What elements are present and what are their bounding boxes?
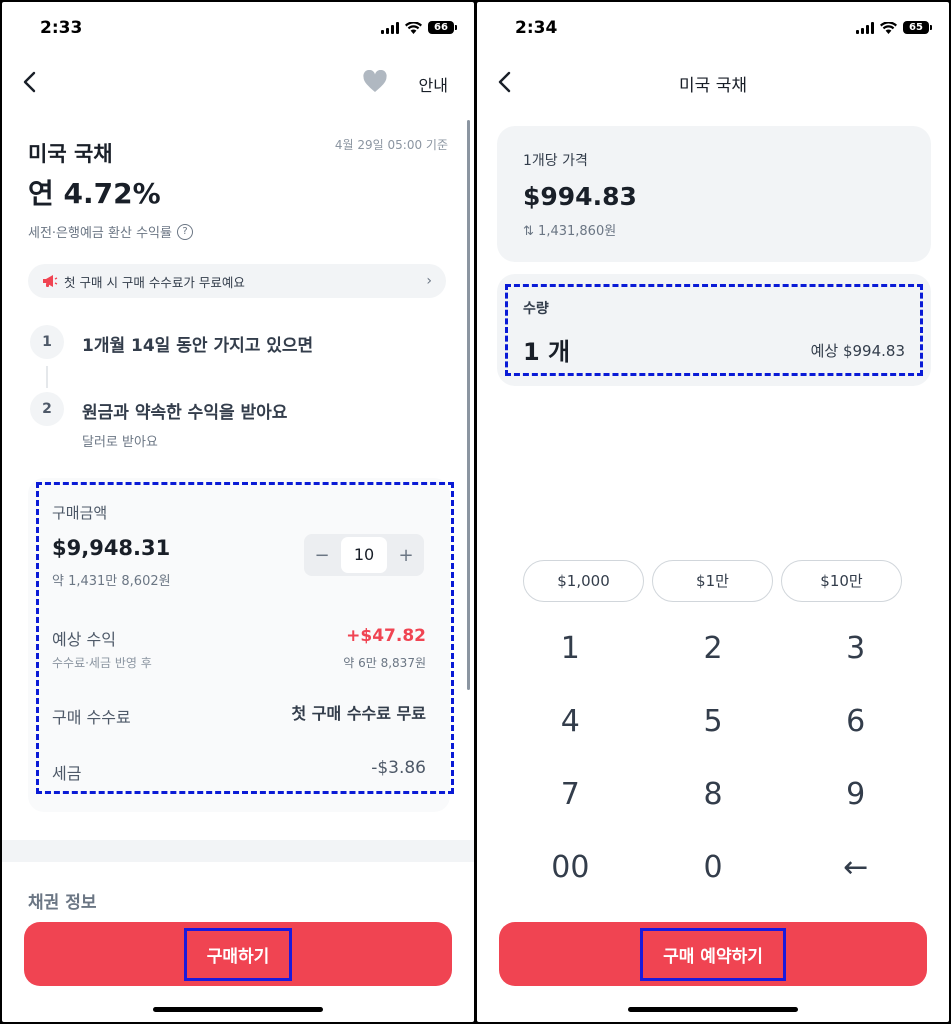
expected-return-note: 수수료·세금 반영 후 bbox=[52, 656, 152, 670]
back-arrow-icon[interactable] bbox=[20, 70, 42, 94]
fee-label: 구매 수수료 bbox=[52, 708, 131, 727]
signal-icon bbox=[856, 21, 874, 34]
signal-icon bbox=[381, 21, 399, 34]
decrease-button[interactable]: − bbox=[312, 545, 332, 566]
purchase-amount-krw: 약 1,431만 8,602원 bbox=[52, 574, 171, 589]
key-1[interactable]: 1 bbox=[499, 612, 642, 685]
quantity-stepper: − 10 + bbox=[304, 534, 424, 576]
buy-button-label: 구매하기 bbox=[183, 927, 293, 981]
battery-icon: 65 bbox=[903, 21, 932, 34]
step-connector bbox=[46, 366, 48, 388]
key-5[interactable]: 5 bbox=[642, 685, 785, 758]
bond-info-title: 채권 정보 bbox=[28, 893, 97, 913]
reserve-screen: 2:34 65 미국 국채 1개당 가격 $994.83 ⇅ 1,431,860… bbox=[477, 2, 949, 1022]
step-1: 1 1개월 14일 동안 가지고 있으면 bbox=[30, 325, 313, 359]
unit-price-krw: ⇅ 1,431,860원 bbox=[523, 224, 617, 239]
status-bar: 2:33 66 bbox=[2, 2, 474, 54]
fee-value: 첫 구매 수수료 무료 bbox=[291, 704, 426, 723]
chip-100k[interactable]: $10만 bbox=[781, 560, 902, 602]
heart-icon[interactable] bbox=[362, 70, 388, 94]
status-time: 2:34 bbox=[515, 18, 558, 38]
page-title: 미국 국채 bbox=[679, 76, 747, 96]
as-of-timestamp: 4월 29일 05:00 기준 bbox=[334, 138, 448, 152]
question-icon[interactable]: ? bbox=[176, 223, 193, 240]
yield-rate: 연 4.72% bbox=[28, 177, 161, 210]
section-divider bbox=[2, 840, 474, 862]
bond-name: 미국 국채 bbox=[28, 142, 113, 166]
rate-note: 세전·은행예금 환산 수익률 ? bbox=[28, 222, 193, 241]
purchase-screen: 2:33 66 안내 미국 국채 4월 29일 05:00 기준 연 4.72%… bbox=[2, 2, 474, 1022]
key-0[interactable]: 0 bbox=[642, 831, 785, 904]
key-8[interactable]: 8 bbox=[642, 758, 785, 831]
purchase-amount: $9,948.31 bbox=[52, 536, 171, 560]
estimated-total: 예상 $994.83 bbox=[810, 342, 905, 360]
home-indicator[interactable] bbox=[153, 1007, 323, 1012]
home-indicator[interactable] bbox=[628, 1007, 798, 1012]
promo-banner[interactable]: 첫 구매 시 구매 수수료가 무료예요 › bbox=[28, 264, 446, 298]
unit-price: $994.83 bbox=[523, 182, 637, 211]
key-00[interactable]: 00 bbox=[499, 831, 642, 904]
buy-button[interactable]: 구매하기 bbox=[24, 922, 452, 986]
chip-10k[interactable]: $1만 bbox=[652, 560, 773, 602]
megaphone-icon bbox=[43, 275, 58, 287]
key-6[interactable]: 6 bbox=[784, 685, 927, 758]
number-keypad: 1 2 3 4 5 6 7 8 9 00 0 ← bbox=[499, 612, 927, 904]
purchase-amount-label: 구매금액 bbox=[52, 504, 108, 522]
amount-shortcut-chips: $1,000 $1만 $10만 bbox=[523, 560, 902, 602]
status-time: 2:33 bbox=[40, 18, 83, 38]
quantity-label: 수량 bbox=[523, 301, 549, 317]
expected-return-value: +$47.82 bbox=[346, 626, 426, 646]
step-2: 2 원금과 약속한 수익을 받아요 달러로 받아요 bbox=[30, 392, 287, 450]
quantity-value: 1 개 bbox=[523, 338, 571, 366]
quantity-input[interactable]: 10 bbox=[341, 537, 387, 573]
tax-label: 세금 bbox=[52, 764, 82, 783]
increase-button[interactable]: + bbox=[396, 545, 416, 566]
nav-bar: 안내 bbox=[2, 58, 474, 106]
wifi-icon bbox=[880, 21, 897, 34]
key-9[interactable]: 9 bbox=[784, 758, 927, 831]
reserve-buy-button[interactable]: 구매 예약하기 bbox=[499, 922, 927, 986]
status-bar: 2:34 65 bbox=[477, 2, 949, 54]
backspace-key[interactable]: ← bbox=[784, 831, 927, 904]
expected-return-krw: 약 6만 8,837원 bbox=[343, 656, 426, 670]
expected-return-label: 예상 수익 bbox=[52, 630, 116, 649]
guide-link[interactable]: 안내 bbox=[419, 72, 448, 96]
reserve-buy-label: 구매 예약하기 bbox=[640, 927, 786, 981]
tax-value: -$3.86 bbox=[371, 758, 426, 778]
wifi-icon bbox=[405, 21, 422, 34]
battery-icon: 66 bbox=[428, 21, 457, 34]
unit-price-label: 1개당 가격 bbox=[523, 153, 588, 169]
key-7[interactable]: 7 bbox=[499, 758, 642, 831]
key-2[interactable]: 2 bbox=[642, 612, 785, 685]
swap-icon: ⇅ bbox=[523, 224, 534, 239]
nav-bar: 미국 국채 bbox=[477, 58, 949, 106]
key-4[interactable]: 4 bbox=[499, 685, 642, 758]
scrollbar[interactable] bbox=[467, 120, 470, 690]
chevron-right-icon: › bbox=[426, 273, 432, 289]
key-3[interactable]: 3 bbox=[784, 612, 927, 685]
chip-1000[interactable]: $1,000 bbox=[523, 560, 644, 602]
